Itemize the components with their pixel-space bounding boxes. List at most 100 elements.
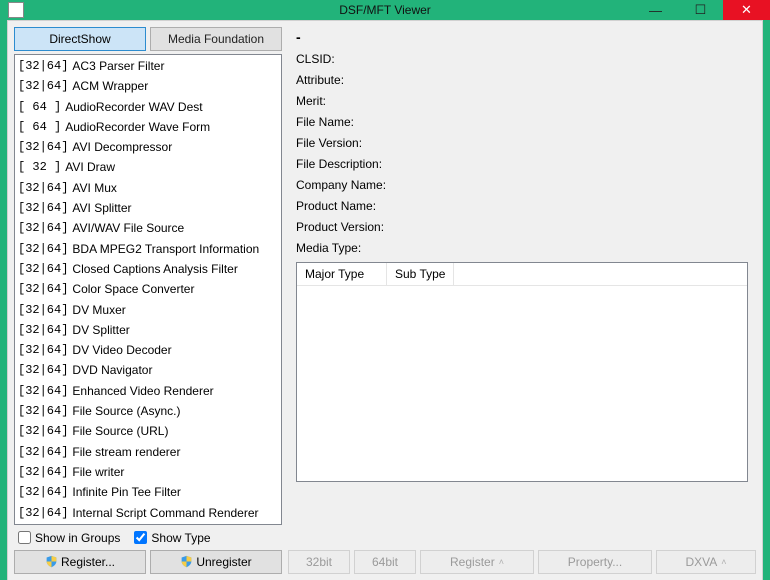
filter-list[interactable]: [32|64]AC3 Parser Filter[32|64]ACM Wrapp…: [14, 54, 282, 525]
bits-tag: [32|64]: [18, 199, 68, 217]
bits-tag: [32|64]: [18, 240, 68, 258]
sub-type-column[interactable]: Sub Type: [387, 263, 454, 285]
dxva-dropdown-button[interactable]: DXVA ˄: [656, 550, 756, 574]
64bit-button[interactable]: 64bit: [354, 550, 416, 574]
list-item[interactable]: [32|64]DV Video Decoder: [15, 340, 281, 360]
bits-tag: [32|64]: [18, 483, 68, 501]
show-in-groups-input[interactable]: [18, 531, 31, 544]
minimize-button[interactable]: —: [633, 0, 678, 20]
filter-name: DV Splitter: [72, 321, 129, 339]
tab-buttons: DirectShow Media Foundation: [14, 27, 282, 51]
list-item[interactable]: [32|64]AVI Mux: [15, 178, 281, 198]
register-dropdown-label: Register: [450, 555, 495, 569]
bits-tag: [32|64]: [18, 179, 68, 197]
productversion-label: Product Version:: [296, 217, 748, 238]
list-item[interactable]: [32|64]Infinite Pin Tee Filter: [15, 482, 281, 502]
list-item[interactable]: [32|64]Color Space Converter: [15, 279, 281, 299]
list-item[interactable]: [32|64]DV Splitter: [15, 320, 281, 340]
filter-name: AudioRecorder WAV Dest: [65, 98, 202, 116]
bits-tag: [32|64]: [18, 57, 68, 75]
dxva-label: DXVA: [685, 555, 717, 569]
bits-tag: [32|64]: [18, 260, 68, 278]
tab-directshow[interactable]: DirectShow: [14, 27, 146, 51]
filter-name: AVI/WAV File Source: [72, 219, 184, 237]
companyname-label: Company Name:: [296, 175, 748, 196]
filter-name: DVD Navigator: [72, 361, 152, 379]
checkbox-row: Show in Groups Show Type: [14, 528, 282, 550]
filter-name: AudioRecorder Wave Form: [65, 118, 210, 136]
bits-tag: [32|64]: [18, 402, 68, 420]
unregister-button[interactable]: Unregister: [150, 550, 282, 574]
filter-name: Closed Captions Analysis Filter: [72, 260, 237, 278]
list-item[interactable]: [32|64]DV Muxer: [15, 300, 281, 320]
titlebar[interactable]: DSF/MFT Viewer — ☐ ✕: [0, 0, 770, 20]
filedescription-label: File Description:: [296, 154, 748, 175]
filter-name: AC3 Parser Filter: [72, 57, 164, 75]
list-item[interactable]: [32|64]AVI Splitter: [15, 198, 281, 218]
major-type-column[interactable]: Major Type: [297, 263, 387, 285]
list-item[interactable]: [ 64 ]AudioRecorder WAV Dest: [15, 97, 281, 117]
chevron-up-icon: ˄: [499, 557, 504, 567]
clsid-label: CLSID:: [296, 49, 748, 70]
bits-tag: [32|64]: [18, 341, 68, 359]
filter-name: DV Muxer: [72, 301, 125, 319]
close-button[interactable]: ✕: [723, 0, 770, 20]
bits-tag: [32|64]: [18, 301, 68, 319]
filter-name: Color Space Converter: [72, 280, 194, 298]
tab-mediafoundation[interactable]: Media Foundation: [150, 27, 282, 51]
list-item[interactable]: [32|64]File stream renderer: [15, 442, 281, 462]
32bit-button[interactable]: 32bit: [288, 550, 350, 574]
filter-name: AVI Mux: [72, 179, 116, 197]
list-item[interactable]: [ 32 ]AVI Draw: [15, 157, 281, 177]
list-item[interactable]: [32|64]File writer: [15, 462, 281, 482]
list-item[interactable]: [32|64]AVI Decompressor: [15, 137, 281, 157]
maximize-button[interactable]: ☐: [678, 0, 723, 20]
bits-tag: [32|64]: [18, 361, 68, 379]
bits-tag: [32|64]: [18, 321, 68, 339]
details-pane: - CLSID: Attribute: Merit: File Name: Fi…: [288, 27, 756, 547]
list-item[interactable]: [32|64]File Source (Async.): [15, 401, 281, 421]
list-item[interactable]: [32|64]ACM Wrapper: [15, 76, 281, 96]
bits-tag: [32|64]: [18, 77, 68, 95]
list-item[interactable]: [32|64]AC3 Parser Filter: [15, 56, 281, 76]
filter-name: AVI Splitter: [72, 199, 131, 217]
media-type-header: Major Type Sub Type: [297, 263, 747, 286]
bits-tag: [32|64]: [18, 504, 68, 522]
right-panel: - CLSID: Attribute: Merit: File Name: Fi…: [288, 27, 756, 574]
filter-name: BDA MPEG2 Transport Information: [72, 240, 259, 258]
list-item[interactable]: [32|64]DVD Navigator: [15, 360, 281, 380]
bits-tag: [ 32 ]: [18, 158, 61, 176]
list-item[interactable]: [32|64]Enhanced Video Renderer: [15, 381, 281, 401]
register-buttons: Register... Unregister: [14, 550, 282, 574]
filter-name: File Source (URL): [72, 422, 168, 440]
shield-icon: [180, 555, 193, 568]
list-item[interactable]: [32|64]AVI/WAV File Source: [15, 218, 281, 238]
list-item[interactable]: [32|64]Internal Script Command Renderer: [15, 503, 281, 523]
bits-tag: [32|64]: [18, 463, 68, 481]
filter-name: File stream renderer: [72, 443, 180, 461]
bits-tag: [ 64 ]: [18, 118, 61, 136]
list-item[interactable]: [32|64]BDA MPEG2 Transport Information: [15, 239, 281, 259]
bits-tag: [32|64]: [18, 280, 68, 298]
bits-tag: [32|64]: [18, 138, 68, 156]
property-button[interactable]: Property...: [538, 550, 652, 574]
right-bottom-buttons: 32bit 64bit Register ˄ Property... DXVA …: [288, 550, 756, 574]
list-item[interactable]: [ 64 ]AudioRecorder Wave Form: [15, 117, 281, 137]
productname-label: Product Name:: [296, 196, 748, 217]
filename-label: File Name:: [296, 112, 748, 133]
show-in-groups-checkbox[interactable]: Show in Groups: [18, 531, 120, 545]
show-type-input[interactable]: [134, 531, 147, 544]
app-window: DSF/MFT Viewer — ☐ ✕ DirectShow Media Fo…: [0, 0, 770, 580]
list-item[interactable]: [32|64]Closed Captions Analysis Filter: [15, 259, 281, 279]
window-buttons: — ☐ ✕: [633, 0, 770, 20]
show-in-groups-label: Show in Groups: [35, 531, 120, 545]
filter-name: ACM Wrapper: [72, 77, 148, 95]
show-type-checkbox[interactable]: Show Type: [134, 531, 210, 545]
register-dropdown-button[interactable]: Register ˄: [420, 550, 534, 574]
bits-tag: [ 64 ]: [18, 98, 61, 116]
register-button[interactable]: Register...: [14, 550, 146, 574]
bits-tag: [32|64]: [18, 382, 68, 400]
fileversion-label: File Version:: [296, 133, 748, 154]
media-type-table[interactable]: Major Type Sub Type: [296, 262, 748, 482]
list-item[interactable]: [32|64]File Source (URL): [15, 421, 281, 441]
